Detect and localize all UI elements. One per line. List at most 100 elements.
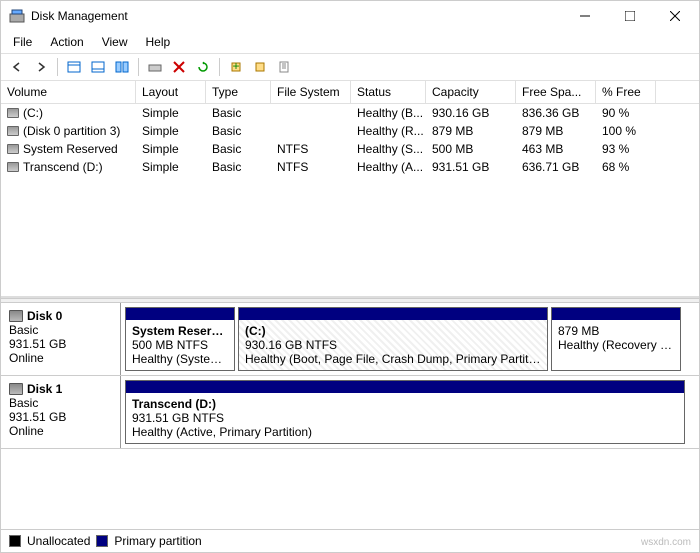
disk-size: 931.51 GB [9, 337, 112, 351]
cell-type: Basic [206, 105, 271, 121]
cell-fs: NTFS [271, 141, 351, 157]
graphical-view: Disk 0Basic931.51 GBOnlineSystem Reserve… [1, 303, 699, 449]
partition-size: 930.16 GB NTFS [245, 338, 541, 352]
drive-icon [7, 162, 19, 172]
toolbar-separator [138, 58, 139, 76]
disk-row: Disk 0Basic931.51 GBOnlineSystem Reserve… [1, 303, 699, 376]
cell-status: Healthy (S... [351, 141, 426, 157]
cell-layout: Simple [136, 105, 206, 121]
table-row[interactable]: (C:) SimpleBasic Healthy (B...930.16 GB836… [1, 104, 699, 122]
cell-type: Basic [206, 141, 271, 157]
col-type[interactable]: Type [206, 81, 271, 103]
minimize-button[interactable] [562, 1, 607, 31]
menu-view[interactable]: View [94, 33, 136, 51]
drive-icon [7, 126, 19, 136]
cell-free: 836.36 GB [516, 105, 596, 121]
col-free[interactable]: Free Spa... [516, 81, 596, 103]
partition-size: 931.51 GB NTFS [132, 411, 678, 425]
disk-icon [9, 383, 23, 395]
titlebar: Disk Management [1, 1, 699, 31]
view-top-button[interactable] [64, 57, 84, 77]
cell-free: 463 MB [516, 141, 596, 157]
disk-size: 931.51 GB [9, 410, 112, 424]
drive-icon [7, 144, 19, 154]
partition-size: 879 MB [558, 324, 674, 338]
legend-unallocated-label: Unallocated [27, 534, 90, 548]
volume-name: (Disk 0 partition 3) [23, 124, 120, 138]
cell-layout: Simple [136, 159, 206, 175]
cell-status: Healthy (B... [351, 105, 426, 121]
col-filesystem[interactable]: File System [271, 81, 351, 103]
close-button[interactable] [652, 1, 697, 31]
partition-stripe [552, 308, 680, 320]
menu-help[interactable]: Help [138, 33, 179, 51]
volume-name: System Reserved [23, 142, 118, 156]
partition-status: Healthy (System, Active, [132, 352, 228, 366]
toolbar: + [1, 54, 699, 81]
menubar: File Action View Help [1, 31, 699, 54]
cell-fs [271, 123, 351, 139]
partition[interactable]: (C:)930.16 GB NTFSHealthy (Boot, Page Fi… [238, 307, 548, 371]
app-icon [9, 8, 25, 24]
partition-stripe [239, 308, 547, 320]
col-volume[interactable]: Volume [1, 81, 136, 103]
partition-title: System Reserved [132, 324, 228, 338]
drive-icon [7, 108, 19, 118]
partitions: System Reserved500 MB NTFSHealthy (Syste… [121, 303, 699, 375]
cell-pfree: 90 % [596, 105, 656, 121]
list-empty-area [1, 176, 699, 296]
cell-capacity: 931.51 GB [426, 159, 516, 175]
cell-type: Basic [206, 123, 271, 139]
col-pfree[interactable]: % Free [596, 81, 656, 103]
cell-free: 879 MB [516, 123, 596, 139]
drive-icon-button[interactable] [145, 57, 165, 77]
disk-type: Basic [9, 323, 112, 337]
table-row[interactable]: System ReservedSimpleBasicNTFSHealthy (S… [1, 140, 699, 158]
svg-text:+: + [232, 61, 239, 73]
refresh-button[interactable] [193, 57, 213, 77]
table-row[interactable]: Transcend (D:)SimpleBasicNTFSHealthy (A.… [1, 158, 699, 176]
maximize-button[interactable] [607, 1, 652, 31]
new-button[interactable]: + [226, 57, 246, 77]
legend-primary-icon [96, 535, 108, 547]
watermark: wsxdn.com [641, 537, 691, 548]
view-grid-button[interactable] [112, 57, 132, 77]
partition[interactable]: 879 MBHealthy (Recovery Partition [551, 307, 681, 371]
cell-capacity: 930.16 GB [426, 105, 516, 121]
disk-info[interactable]: Disk 0Basic931.51 GBOnline [1, 303, 121, 375]
cell-fs [271, 105, 351, 121]
properties-button[interactable] [274, 57, 294, 77]
settings-button[interactable] [250, 57, 270, 77]
partition-title: Transcend (D:) [132, 397, 678, 411]
toolbar-separator [57, 58, 58, 76]
view-bottom-button[interactable] [88, 57, 108, 77]
cell-capacity: 879 MB [426, 123, 516, 139]
cell-layout: Simple [136, 123, 206, 139]
partition-status: Healthy (Recovery Partition [558, 338, 674, 352]
col-capacity[interactable]: Capacity [426, 81, 516, 103]
window-title: Disk Management [31, 9, 562, 23]
disk-info[interactable]: Disk 1Basic931.51 GBOnline [1, 376, 121, 448]
volume-name: Transcend (D:) [23, 160, 103, 174]
partition-status: Healthy (Active, Primary Partition) [132, 425, 678, 439]
cell-pfree: 68 % [596, 159, 656, 175]
menu-file[interactable]: File [5, 33, 40, 51]
partition[interactable]: System Reserved500 MB NTFSHealthy (Syste… [125, 307, 235, 371]
disk-icon [9, 310, 23, 322]
list-header: Volume Layout Type File System Status Ca… [1, 81, 699, 104]
table-row[interactable]: (Disk 0 partition 3)SimpleBasicHealthy (… [1, 122, 699, 140]
col-layout[interactable]: Layout [136, 81, 206, 103]
delete-button[interactable] [169, 57, 189, 77]
forward-button[interactable] [31, 57, 51, 77]
disk-name: Disk 0 [27, 309, 62, 323]
partition[interactable]: Transcend (D:)931.51 GB NTFSHealthy (Act… [125, 380, 685, 444]
back-button[interactable] [7, 57, 27, 77]
menu-action[interactable]: Action [42, 33, 91, 51]
partition-stripe [126, 308, 234, 320]
col-status[interactable]: Status [351, 81, 426, 103]
partitions: Transcend (D:)931.51 GB NTFSHealthy (Act… [121, 376, 699, 448]
cell-pfree: 100 % [596, 123, 656, 139]
volume-name: (C:) [23, 106, 43, 120]
cell-free: 636.71 GB [516, 159, 596, 175]
cell-type: Basic [206, 159, 271, 175]
